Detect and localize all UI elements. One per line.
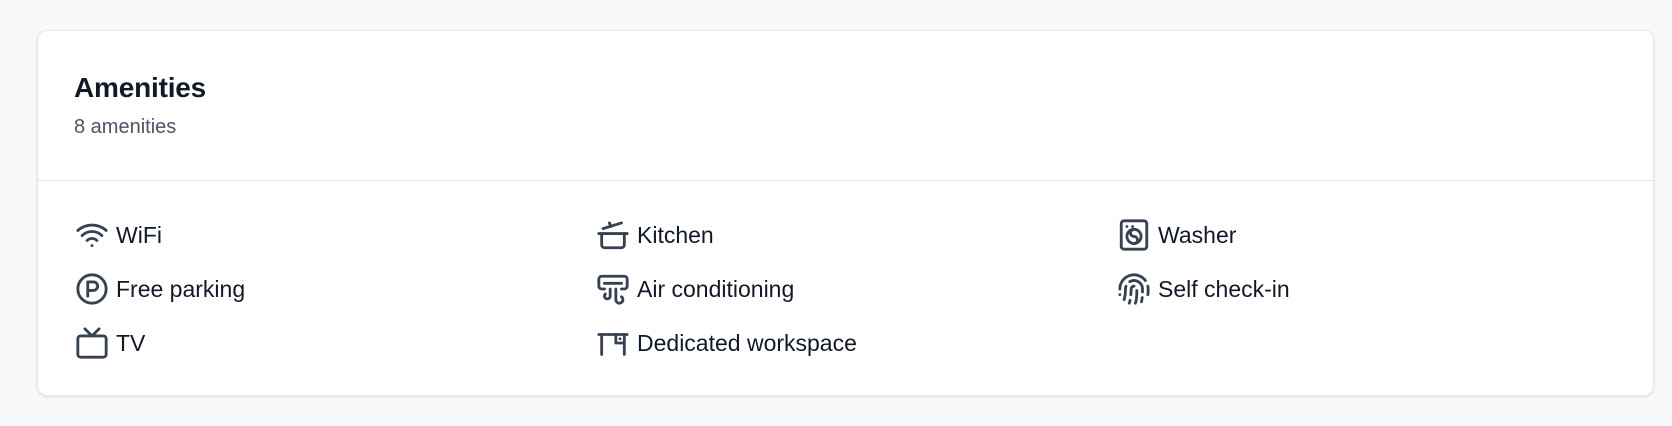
- amenity-label: Free parking: [116, 276, 246, 302]
- amenity-wifi: WiFi: [74, 215, 595, 255]
- amenity-self-check-in: Self check-in: [1116, 269, 1637, 309]
- amenity-washer: Washer: [1116, 215, 1637, 255]
- parking-icon: [74, 271, 110, 307]
- wifi-icon: [74, 217, 110, 253]
- amenity-free-parking: Free parking: [74, 269, 595, 309]
- washing-machine-icon: [1116, 217, 1152, 253]
- amenity-dedicated-workspace: Dedicated workspace: [595, 323, 1116, 363]
- amenity-air-conditioning: Air conditioning: [595, 269, 1116, 309]
- amenity-kitchen: Kitchen: [595, 215, 1116, 255]
- amenities-title: Amenities: [74, 72, 207, 103]
- cooking-pot-icon: [595, 217, 631, 253]
- amenities-card: Amenities 8 amenities WiFi Kitchen Washe…: [37, 30, 1654, 396]
- tv-icon: [74, 325, 110, 361]
- amenities-card-header: Amenities 8 amenities: [38, 31, 1653, 181]
- amenity-label: WiFi: [116, 222, 162, 248]
- amenity-label: Dedicated workspace: [637, 330, 857, 356]
- amenities-count: 8 amenities: [74, 116, 177, 138]
- fingerprint-icon: [1116, 271, 1152, 307]
- desk-icon: [595, 325, 631, 361]
- amenity-label: Air conditioning: [637, 276, 795, 302]
- amenity-label: Self check-in: [1158, 276, 1290, 302]
- air-conditioner-icon: [595, 271, 631, 307]
- amenity-label: Kitchen: [637, 222, 714, 248]
- amenity-tv: TV: [74, 323, 595, 363]
- amenities-list: WiFi Kitchen Washer Free parking Air con…: [38, 181, 1653, 377]
- amenity-label: Washer: [1158, 222, 1237, 248]
- amenity-label: TV: [116, 330, 146, 356]
